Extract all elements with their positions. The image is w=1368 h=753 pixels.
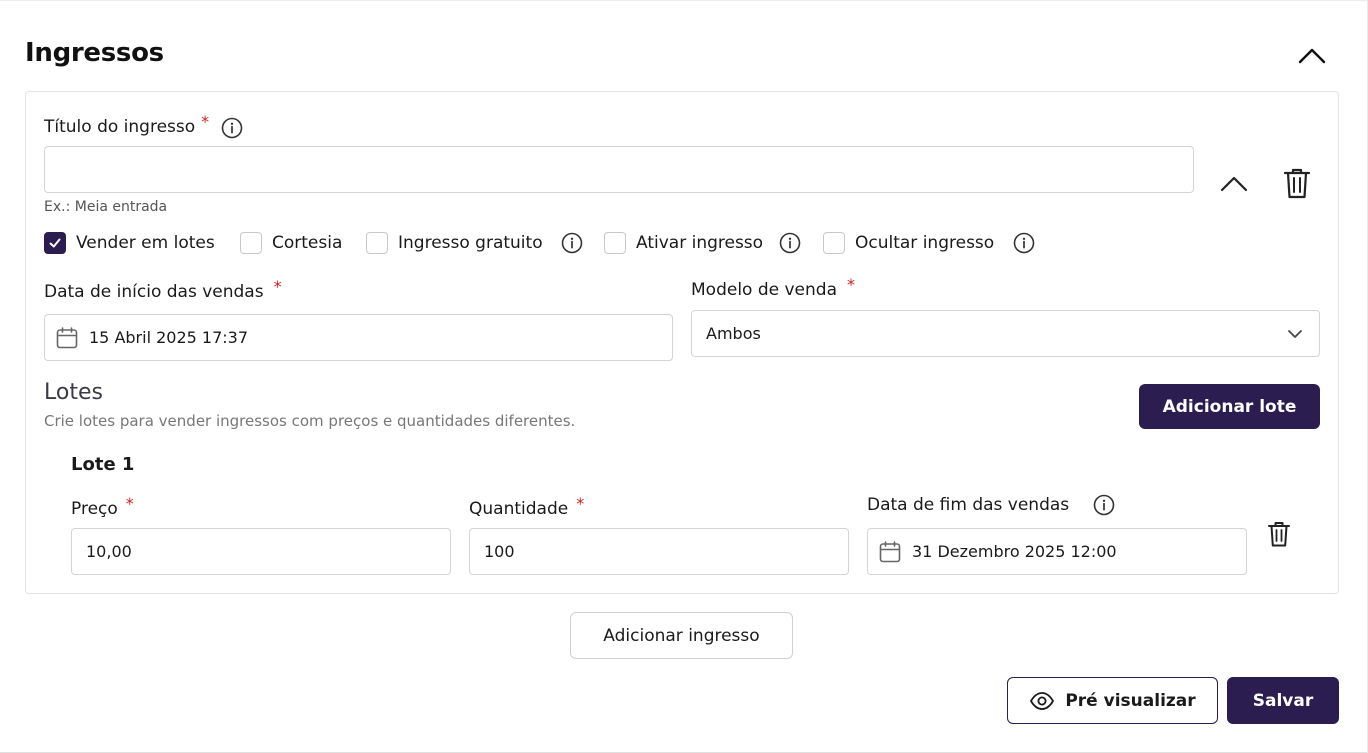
chevron-up-icon <box>1298 48 1326 64</box>
required-mark: * <box>273 277 282 296</box>
section-collapse-button[interactable] <box>1294 40 1330 70</box>
info-icon[interactable] <box>1093 494 1115 516</box>
quantity-value: 100 <box>484 542 515 561</box>
preview-button-label: Pré visualizar <box>1065 690 1196 711</box>
ticket-title-input[interactable] <box>44 146 1194 193</box>
info-icon[interactable] <box>561 232 583 254</box>
check-icon <box>49 238 61 248</box>
required-mark: * <box>201 112 210 131</box>
checkbox-box[interactable] <box>240 232 262 254</box>
ticket-delete-button[interactable] <box>1281 166 1313 200</box>
end-date-input[interactable]: 31 Dezembro 2025 12:00 <box>867 528 1247 575</box>
required-mark: * <box>125 494 134 513</box>
trash-icon <box>1268 522 1290 547</box>
checkbox-ingresso-gratuito[interactable]: Ingresso gratuito <box>366 230 543 256</box>
end-date-label-text: Data de fim das vendas <box>867 495 1070 515</box>
section-title: Ingressos <box>25 38 164 68</box>
checkbox-label: Ingresso gratuito <box>398 233 543 253</box>
start-date-value: 15 Abril 2025 17:37 <box>89 328 249 347</box>
checkbox-vender-em-lotes[interactable]: Vender em lotes <box>44 230 215 256</box>
checkbox-box[interactable] <box>44 232 66 254</box>
chevron-down-icon <box>1288 330 1302 338</box>
required-mark: * <box>847 275 856 294</box>
info-icon[interactable] <box>779 232 801 254</box>
ticket-collapse-button[interactable] <box>1216 168 1252 198</box>
lote-delete-button[interactable] <box>1266 520 1292 548</box>
checkbox-label: Ocultar ingresso <box>855 233 995 253</box>
sale-model-select[interactable]: Ambos <box>691 310 1320 357</box>
end-date-label: Data de fim das vendas <box>867 495 1069 515</box>
ticket-title-label: Título do ingresso * <box>44 112 209 137</box>
chevron-up-icon <box>1220 176 1248 192</box>
info-icon[interactable] <box>1013 232 1035 254</box>
eye-icon <box>1030 691 1055 710</box>
add-ticket-button[interactable]: Adicionar ingresso <box>570 612 793 659</box>
checkbox-box[interactable] <box>366 232 388 254</box>
price-value: 10,00 <box>86 542 132 561</box>
end-date-value: 31 Dezembro 2025 12:00 <box>912 542 1117 561</box>
preview-button[interactable]: Pré visualizar <box>1007 677 1218 724</box>
checkbox-ativar-ingresso[interactable]: Ativar ingresso <box>604 230 763 256</box>
price-input[interactable]: 10,00 <box>71 528 451 575</box>
info-icon[interactable] <box>221 117 243 139</box>
quantity-label-text: Quantidade <box>469 499 569 519</box>
checkbox-cortesia[interactable]: Cortesia <box>240 230 342 256</box>
lotes-description: Crie lotes para vender ingressos com pre… <box>44 412 576 430</box>
calendar-icon <box>879 540 901 562</box>
price-label: Preço * <box>71 494 134 519</box>
sale-model-label-text: Modelo de venda <box>691 280 838 300</box>
calendar-icon <box>56 326 78 348</box>
trash-icon <box>1283 168 1311 199</box>
ticket-title-label-text: Título do ingresso <box>44 117 196 137</box>
lote-name: Lote 1 <box>71 454 135 475</box>
checkbox-ocultar-ingresso[interactable]: Ocultar ingresso <box>823 230 994 256</box>
checkbox-box[interactable] <box>604 232 626 254</box>
quantity-input[interactable]: 100 <box>469 528 849 575</box>
start-date-label: Data de início das vendas * <box>44 277 282 302</box>
ticket-title-hint: Ex.: Meia entrada <box>44 199 168 215</box>
start-date-input[interactable]: 15 Abril 2025 17:37 <box>44 314 673 361</box>
checkbox-label: Vender em lotes <box>76 233 215 253</box>
required-mark: * <box>576 494 585 513</box>
start-date-label-text: Data de início das vendas <box>44 282 264 302</box>
quantity-label: Quantidade * <box>469 494 584 519</box>
sale-model-value: Ambos <box>706 324 761 343</box>
add-lote-button[interactable]: Adicionar lote <box>1139 384 1320 429</box>
checkbox-label: Cortesia <box>272 233 343 253</box>
sale-model-label: Modelo de venda * <box>691 275 855 300</box>
checkbox-label: Ativar ingresso <box>636 233 764 253</box>
checkbox-box[interactable] <box>823 232 845 254</box>
price-label-text: Preço <box>71 499 118 519</box>
save-button[interactable]: Salvar <box>1227 677 1339 724</box>
lotes-title: Lotes <box>44 380 103 405</box>
